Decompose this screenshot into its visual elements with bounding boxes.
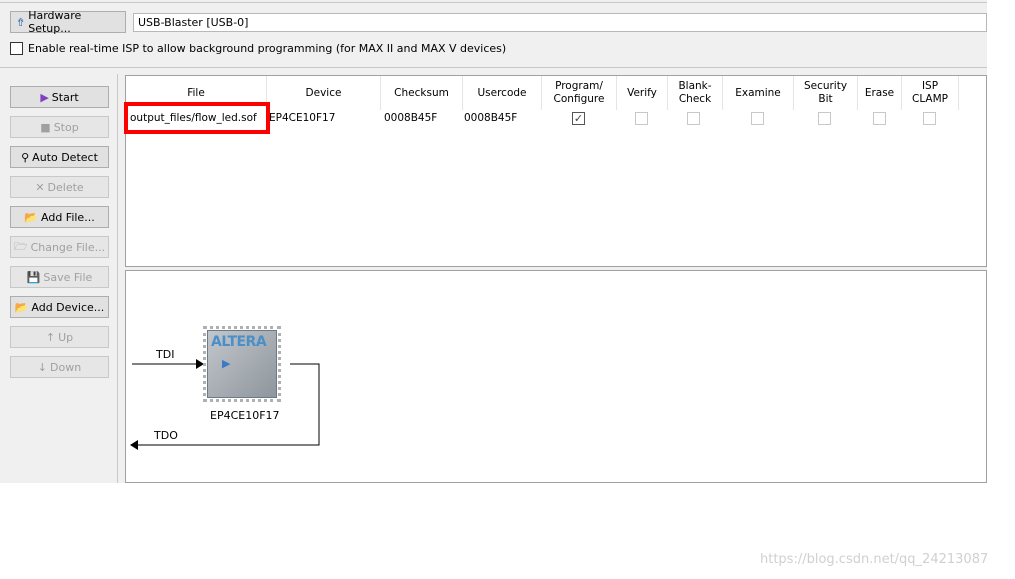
col-blank-check[interactable]: Blank- Check — [668, 76, 723, 110]
watermark: https://blog.csdn.net/qq_24213087 — [760, 552, 989, 567]
delete-icon: ✕ — [35, 180, 45, 194]
isp-label: Enable real-time ISP to allow background… — [28, 42, 507, 55]
divider — [0, 2, 987, 3]
col-device[interactable]: Device — [267, 76, 381, 110]
checkbox-box[interactable] — [10, 42, 23, 55]
play-icon: ▶ — [222, 357, 231, 370]
button-label: Down — [50, 360, 82, 374]
highlight-box — [124, 102, 270, 134]
tdo-label: TDO — [154, 429, 178, 442]
hardware-icon: ⇮ — [16, 15, 26, 29]
tdo-arrow — [130, 440, 138, 450]
add-device-icon: 📂 — [14, 300, 29, 314]
col-checksum[interactable]: Checksum — [381, 76, 463, 110]
row-device: EP4CE10F17 — [269, 112, 336, 124]
down-button[interactable]: ↓ Down — [10, 356, 109, 378]
down-icon: ↓ — [37, 360, 48, 374]
hardware-setup-label: Hardware Setup... — [28, 9, 82, 35]
chip-label: EP4CE10F17 — [210, 409, 280, 422]
hardware-field: USB-Blaster [USB-0] — [133, 13, 987, 32]
isp-checkbox[interactable]: Enable real-time ISP to allow background… — [10, 42, 506, 55]
up-icon: ↑ — [45, 330, 56, 344]
start-icon: ▶ — [40, 90, 49, 104]
start-button[interactable]: ▶ Start — [10, 86, 109, 108]
col-erase[interactable]: Erase — [858, 76, 902, 110]
fpga-chip[interactable]: ALTERA ▶ — [203, 326, 281, 402]
altera-logo: ALTERA — [211, 334, 267, 350]
col-isp-clamp[interactable]: ISP CLAMP — [902, 76, 959, 110]
program-checkbox[interactable]: ✓ — [572, 112, 585, 125]
col-usercode[interactable]: Usercode — [463, 76, 542, 110]
examine-checkbox[interactable] — [751, 112, 764, 125]
row-checksum: 0008B45F — [384, 112, 438, 124]
row-usercode: 0008B45F — [464, 112, 518, 124]
button-label: Up — [58, 330, 74, 344]
button-label: Add Device... — [31, 300, 105, 314]
divider — [0, 67, 987, 68]
security-bit-checkbox[interactable] — [818, 112, 831, 125]
verify-checkbox[interactable] — [635, 112, 648, 125]
button-label: Add File... — [41, 210, 95, 224]
delete-button[interactable]: ✕ Delete — [10, 176, 109, 198]
save-file-button[interactable]: 💾 Save File — [10, 266, 109, 288]
button-label: Delete — [47, 180, 84, 194]
tdi-label: TDI — [156, 348, 175, 361]
change-file-button[interactable]: 🗁 Change File... — [10, 236, 109, 258]
isp-clamp-checkbox[interactable] — [923, 112, 936, 125]
add-device-button[interactable]: 📂 Add Device... — [10, 296, 109, 318]
button-label: Stop — [53, 120, 79, 134]
col-examine[interactable]: Examine — [723, 76, 794, 110]
add-file-button[interactable]: 📂 Add File... — [10, 206, 109, 228]
col-security-bit[interactable]: Security Bit — [794, 76, 858, 110]
up-button[interactable]: ↑ Up — [10, 326, 109, 348]
button-label: Start — [51, 90, 79, 104]
stop-button[interactable]: ■ Stop — [10, 116, 109, 138]
blank-check-checkbox[interactable] — [687, 112, 700, 125]
auto-detect-button[interactable]: ⚲ Auto Detect — [10, 146, 109, 168]
save-file-icon: 💾 — [26, 270, 41, 284]
tdi-arrow — [196, 359, 204, 369]
button-label: Save File — [43, 270, 93, 284]
hardware-setup-button[interactable]: ⇮ Hardware Setup... — [10, 9, 126, 35]
col-program[interactable]: Program/ Configure — [542, 76, 617, 110]
col-verify[interactable]: Verify — [617, 76, 668, 110]
add-file-icon: 📂 — [24, 210, 38, 224]
change-file-icon: 🗁 — [13, 239, 28, 253]
auto-detect-icon: ⚲ — [21, 150, 30, 164]
stop-icon: ■ — [40, 120, 51, 134]
button-label: Change File... — [30, 240, 106, 254]
programmer-window: ⇮ Hardware Setup... USB-Blaster [USB-0] E… — [0, 0, 987, 483]
button-label: Auto Detect — [32, 150, 98, 164]
erase-checkbox[interactable] — [873, 112, 886, 125]
button-panel: ▶ Start ■ Stop ⚲ Auto Detect ✕ Delete 📂 Add F… — [0, 74, 118, 483]
